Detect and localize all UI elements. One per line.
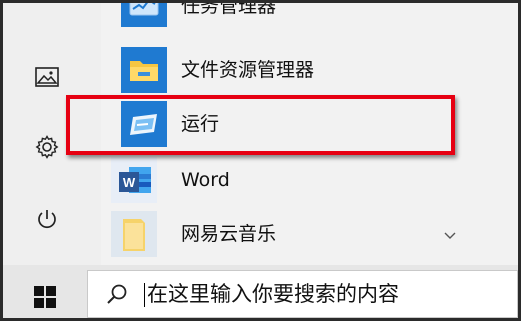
task-manager-icon [121, 3, 167, 27]
app-item-task-manager[interactable]: 任务管理器 [101, 0, 518, 39]
app-item-file-explorer[interactable]: 文件资源管理器 [101, 47, 518, 101]
taskbar: 在这里输入你要搜索的内容 [3, 265, 518, 318]
app-label: 文件资源管理器 [181, 59, 315, 81]
app-item-word[interactable]: W Word [101, 157, 518, 211]
word-icon: W [111, 157, 157, 203]
chevron-down-icon[interactable] [442, 227, 458, 243]
search-icon [105, 282, 129, 306]
windows-logo-icon [34, 286, 56, 308]
pictures-icon[interactable] [33, 63, 61, 91]
settings-gear-icon[interactable] [33, 133, 61, 161]
windows-start-button[interactable] [23, 275, 67, 318]
power-icon[interactable] [33, 205, 61, 233]
run-highlight-box [66, 95, 455, 155]
start-menu-window: 任务管理器 文件资源管理器 运行 W Word 网易云音乐 在这里输入你要搜索的… [0, 0, 521, 321]
netease-music-folder-icon [111, 211, 157, 257]
text-caret [144, 283, 145, 307]
search-box[interactable]: 在这里输入你要搜索的内容 [87, 270, 518, 318]
app-label: 任务管理器 [181, 0, 277, 17]
app-label: 网易云音乐 [181, 223, 277, 245]
folder-icon [121, 47, 167, 93]
app-label: Word [181, 169, 230, 191]
search-input[interactable]: 在这里输入你要搜索的内容 [147, 271, 399, 317]
svg-text:W: W [123, 175, 136, 190]
